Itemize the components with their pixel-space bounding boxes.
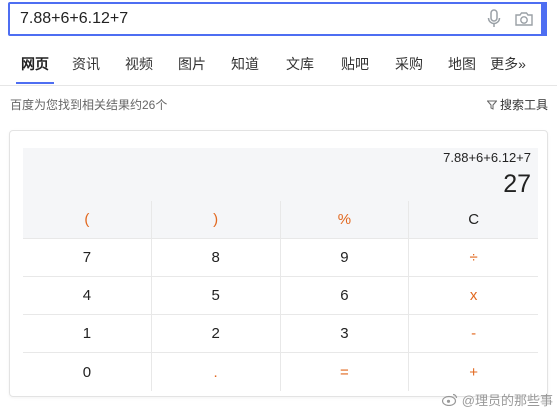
calculator-key[interactable]: 8 [151,239,281,277]
tab-8[interactable]: 地图 [436,48,488,78]
calculator-key[interactable]: 3 [280,315,410,353]
tabs-divider [0,85,557,86]
watermark: @理员的那些事 [441,390,553,409]
calculator-key[interactable]: 9 [280,239,410,277]
calculator-key[interactable]: ( [23,201,152,239]
watermark-text: @理员的那些事 [461,393,553,408]
tab-7[interactable]: 采购 [382,48,436,78]
calculator-key[interactable]: 5 [151,277,281,315]
calculator-key[interactable]: % [280,201,410,239]
calculator-keypad: ()% C 7 8 9 ÷ 4 5 6 x 1 2 3- 0. = + [23,201,538,391]
search-submit-button[interactable] [541,2,547,36]
calculator-key[interactable]: 2 [151,315,281,353]
calculator-key[interactable]: . [151,353,281,391]
calculator-key[interactable]: + [409,353,538,391]
calculator-result: 27 [503,170,531,198]
tab-9[interactable]: 更多» [488,48,528,78]
calculator-key[interactable]: x [409,277,538,315]
search-box [8,2,547,36]
tab-5[interactable]: 文库 [272,48,328,78]
tab-6[interactable]: 贴吧 [328,48,382,78]
calculator-key[interactable]: 1 [23,315,152,353]
calculator-key[interactable]: = [280,353,410,391]
calculator-key[interactable]: 0 [23,353,152,391]
weibo-icon [441,393,457,406]
calculator-key[interactable]: - [409,315,538,353]
calculator-key[interactable]: ÷ [409,239,538,277]
search-input[interactable] [10,5,483,33]
calculator-key[interactable]: 6 [280,277,410,315]
calculator-key[interactable]: 4 [23,277,152,315]
microphone-icon[interactable] [483,8,505,30]
result-count: 百度为您找到相关结果约26个 [10,98,168,112]
search-tabs: 网页 资讯 视频 图片 知道 文库 贴吧 采购 地图 更多» [0,48,557,84]
search-tools-label: 搜索工具 [499,98,548,112]
tab-4[interactable]: 知道 [218,48,272,78]
calculator-expression: 7.88+6+6.12+7 [443,150,531,165]
calculator-key[interactable]: ) [151,201,281,239]
search-tools-button[interactable]: 搜索工具 [486,96,548,113]
filter-icon [486,100,497,110]
tab-0[interactable]: 网页 [10,48,60,84]
tab-2[interactable]: 视频 [112,48,166,78]
tab-1[interactable]: 资讯 [60,48,112,78]
camera-icon[interactable] [513,8,535,30]
calculator-key[interactable]: C [409,201,538,239]
calculator-key[interactable]: 7 [23,239,152,277]
calculator-display: 7.88+6+6.12+7 27 [23,148,538,201]
tab-3[interactable]: 图片 [166,48,218,78]
calculator-card: 7.88+6+6.12+7 27 ()% C 7 8 9 ÷ 4 5 6 x 1 2 3- 0. = + [9,130,548,397]
